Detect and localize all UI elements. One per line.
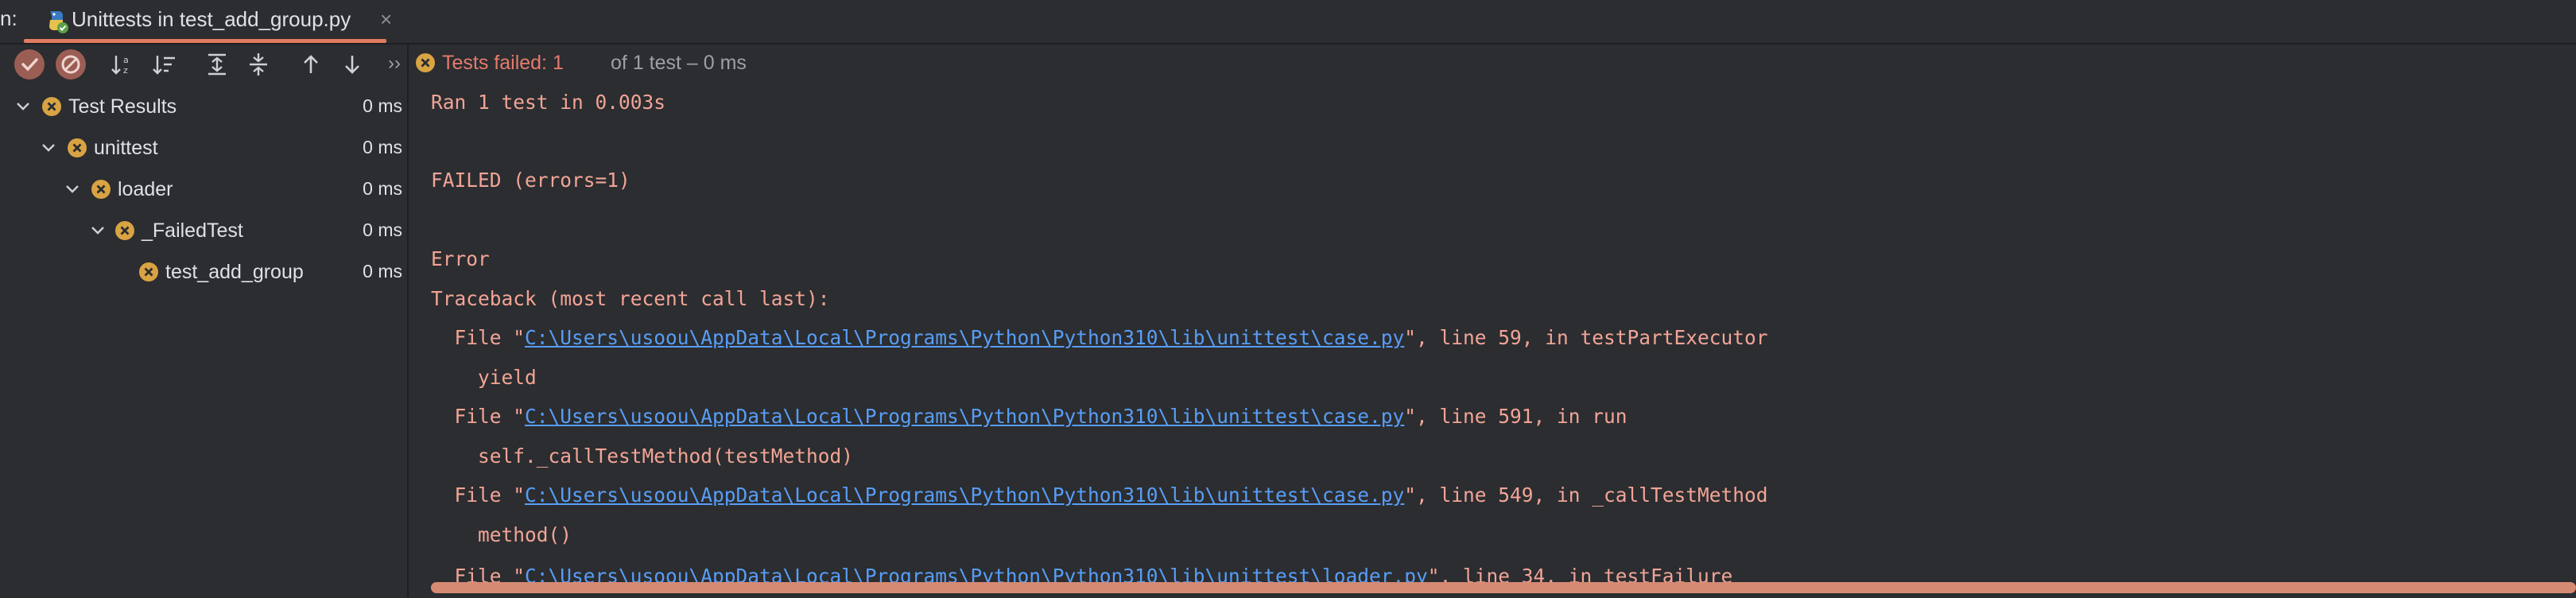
file-link[interactable]: C:\Users\usoou\AppData\Local\Programs\Py…: [525, 326, 1404, 349]
traceback-frame: File "C:\Users\usoou\AppData\Local\Progr…: [431, 405, 1627, 428]
file-link[interactable]: C:\Users\usoou\AppData\Local\Programs\Py…: [525, 483, 1404, 507]
tab-active-indicator: [24, 39, 386, 43]
run-label: n:: [0, 6, 17, 30]
sort-alphabetically-icon[interactable]: az: [108, 49, 138, 80]
tree-node-unittest[interactable]: unittest 0 ms: [0, 127, 407, 169]
tree-node-label: unittest: [94, 137, 158, 159]
traceback-code: self._callTestMethod(testMethod): [431, 445, 854, 468]
chevron-down-icon[interactable]: [87, 220, 108, 241]
tree-node-label: test_add_group: [165, 261, 304, 283]
console-line: Error: [431, 247, 490, 270]
traceback-frame: File "C:\Users\usoou\AppData\Local\Progr…: [431, 326, 1768, 349]
traceback-frame: File "C:\Users\usoou\AppData\Local\Progr…: [431, 565, 1733, 584]
svg-text:a: a: [123, 55, 129, 65]
chevron-down-icon[interactable]: [38, 138, 59, 158]
test-duration: 0 ms: [363, 178, 402, 199]
failed-status-icon: [416, 53, 435, 72]
tree-node-test-results[interactable]: Test Results 0 ms: [0, 86, 407, 127]
show-passed-icon[interactable]: [14, 49, 45, 80]
console-line: Traceback (most recent call last):: [431, 287, 830, 310]
test-duration: 0 ms: [363, 261, 402, 282]
chevron-down-icon[interactable]: [62, 179, 83, 200]
tree-node-failedtest[interactable]: _FailedTest 0 ms: [0, 210, 407, 251]
chevron-down-icon[interactable]: [13, 96, 33, 117]
traceback-frame: File "C:\Users\usoou\AppData\Local\Progr…: [431, 483, 1768, 507]
test-duration: 0 ms: [363, 219, 402, 240]
sort-by-duration-icon[interactable]: [149, 49, 180, 80]
tree-node-test-add-group[interactable]: test_add_group 0 ms: [0, 251, 407, 293]
test-error-icon: [115, 221, 134, 240]
test-error-icon: [139, 262, 158, 282]
previous-failed-test-icon[interactable]: [296, 49, 326, 80]
test-duration: 0 ms: [363, 95, 402, 116]
expand-all-icon[interactable]: [202, 49, 232, 80]
show-ignored-icon[interactable]: [56, 49, 86, 80]
horizontal-scrollbar[interactable]: [431, 582, 2576, 593]
python-test-icon: [43, 8, 70, 35]
traceback-code: method(): [431, 523, 572, 546]
tab-title: Unittests in test_add_group.py: [72, 7, 351, 31]
file-link[interactable]: C:\Users\usoou\AppData\Local\Programs\Py…: [525, 405, 1404, 428]
traceback-code: yield: [431, 366, 537, 389]
tree-node-label: loader: [118, 178, 173, 200]
console-line: FAILED (errors=1): [431, 169, 630, 192]
more-actions-icon[interactable]: ››: [388, 52, 401, 75]
console-line: Ran 1 test in 0.003s: [431, 91, 666, 114]
file-link[interactable]: C:\Users\usoou\AppData\Local\Programs\Py…: [525, 565, 1428, 584]
test-error-icon: [91, 180, 111, 199]
tree-node-label: Test Results: [68, 95, 177, 118]
test-toolbar: az ››: [0, 45, 407, 83]
test-error-icon: [68, 138, 87, 157]
test-status-bar: Tests failed: 1 of 1 test – 0 ms: [409, 45, 2576, 83]
close-icon[interactable]: ×: [380, 7, 392, 32]
svg-text:z: z: [123, 65, 128, 76]
tool-window-tabbar: n: Unittests in test_add_group.py ×: [0, 0, 2576, 45]
test-duration: 0 ms: [363, 137, 402, 157]
tests-summary: of 1 test – 0 ms: [611, 52, 747, 74]
next-failed-test-icon[interactable]: [337, 49, 367, 80]
tests-failed-label: Tests failed: 1: [442, 52, 564, 74]
collapse-all-icon[interactable]: [243, 49, 274, 80]
console-panel: Tests failed: 1 of 1 test – 0 ms Ran 1 t…: [409, 45, 2576, 598]
test-error-icon: [42, 97, 61, 116]
tab-unittests[interactable]: Unittests in test_add_group.py ×: [24, 0, 392, 43]
test-tree-panel: az ›› Test Results 0 ms unittest 0 ms lo…: [0, 45, 409, 598]
tree-node-loader[interactable]: loader 0 ms: [0, 169, 407, 210]
tree-node-label: _FailedTest: [142, 219, 243, 242]
